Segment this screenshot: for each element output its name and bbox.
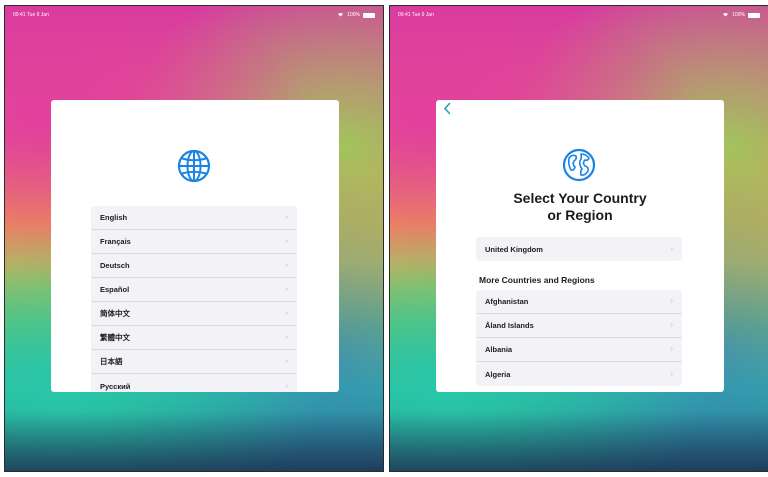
country-list: Afghanistan › Åland Islands › Albania › Alg…: [476, 290, 682, 386]
status-bar: 09:41 Tue 9 Jan 100%: [398, 10, 760, 20]
language-item-english[interactable]: English ›: [91, 206, 297, 230]
language-label: Deutsch: [100, 261, 130, 270]
country-item-albania[interactable]: Albania ›: [476, 338, 682, 362]
language-item-simplified-chinese[interactable]: 简体中文 ›: [91, 302, 297, 326]
country-item-algeria[interactable]: Algeria ›: [476, 362, 682, 386]
chevron-left-icon: [443, 102, 451, 115]
country-item-aland-islands[interactable]: Åland Islands ›: [476, 314, 682, 338]
language-item-japanese[interactable]: 日本語 ›: [91, 350, 297, 374]
language-label: 简体中文: [100, 309, 130, 318]
chevron-right-icon: ›: [670, 370, 673, 378]
country-label: Algeria: [485, 369, 511, 379]
language-list: English › Français › Deutsch › Español › 简体中…: [91, 206, 297, 392]
language-item-spanish[interactable]: Español ›: [91, 278, 297, 302]
current-country-list: United Kingdom ›: [476, 237, 682, 261]
language-item-russian[interactable]: Русский ›: [91, 374, 297, 392]
wifi-icon: [722, 12, 729, 19]
language-item-french[interactable]: Français ›: [91, 230, 297, 254]
section-header: More Countries and Regions: [479, 275, 595, 285]
chevron-right-icon: ›: [670, 346, 673, 353]
page-title-line-2: or Region: [547, 207, 613, 223]
chevron-right-icon: ›: [285, 286, 288, 293]
language-label: 日本語: [100, 357, 123, 366]
battery-percentage: 100%: [732, 12, 745, 18]
chevron-right-icon: ›: [285, 358, 288, 365]
globe-icon: [177, 149, 211, 183]
language-label: 繁體中文: [100, 333, 130, 342]
status-bar: 09:41 Tue 9 Jan 100%: [13, 10, 375, 20]
status-time: 09:41 Tue 9 Jan: [13, 12, 49, 18]
country-item-afghanistan[interactable]: Afghanistan ›: [476, 290, 682, 314]
country-item-current[interactable]: United Kingdom ›: [476, 237, 682, 261]
country-label: Åland Islands: [485, 321, 534, 330]
chevron-right-icon: ›: [670, 245, 673, 253]
language-label: Français: [100, 237, 131, 246]
chevron-right-icon: ›: [285, 238, 288, 245]
country-card: Select Your Country or Region United Kin…: [436, 100, 724, 392]
language-label: Русский: [100, 381, 131, 391]
page-title-line-1: Select Your Country: [513, 190, 647, 206]
chevron-right-icon: ›: [285, 382, 288, 390]
ipad-screen-country: 09:41 Tue 9 Jan 100% Select Your Country…: [389, 5, 768, 472]
country-label: Albania: [485, 345, 513, 354]
battery-icon: [363, 12, 375, 18]
country-label: United Kingdom: [485, 244, 543, 254]
ipad-screen-language: 09:41 Tue 9 Jan 100% English › Français › …: [4, 5, 384, 472]
chevron-right-icon: ›: [285, 262, 288, 269]
status-time: 09:41 Tue 9 Jan: [398, 12, 434, 18]
language-label: Español: [100, 285, 130, 294]
language-item-german[interactable]: Deutsch ›: [91, 254, 297, 278]
chevron-right-icon: ›: [285, 310, 288, 317]
language-item-traditional-chinese[interactable]: 繁體中文 ›: [91, 326, 297, 350]
country-label: Afghanistan: [485, 297, 529, 306]
chevron-right-icon: ›: [285, 334, 288, 341]
back-button[interactable]: [443, 102, 451, 118]
chevron-right-icon: ›: [285, 214, 288, 221]
language-label: English: [100, 213, 128, 222]
chevron-right-icon: ›: [670, 298, 673, 305]
battery-icon: [748, 12, 760, 18]
battery-percentage: 100%: [347, 12, 360, 18]
wifi-icon: [337, 12, 344, 19]
world-map-globe-icon: [562, 148, 596, 182]
language-card: English › Français › Deutsch › Español › 简体中…: [51, 100, 339, 392]
chevron-right-icon: ›: [670, 322, 673, 329]
